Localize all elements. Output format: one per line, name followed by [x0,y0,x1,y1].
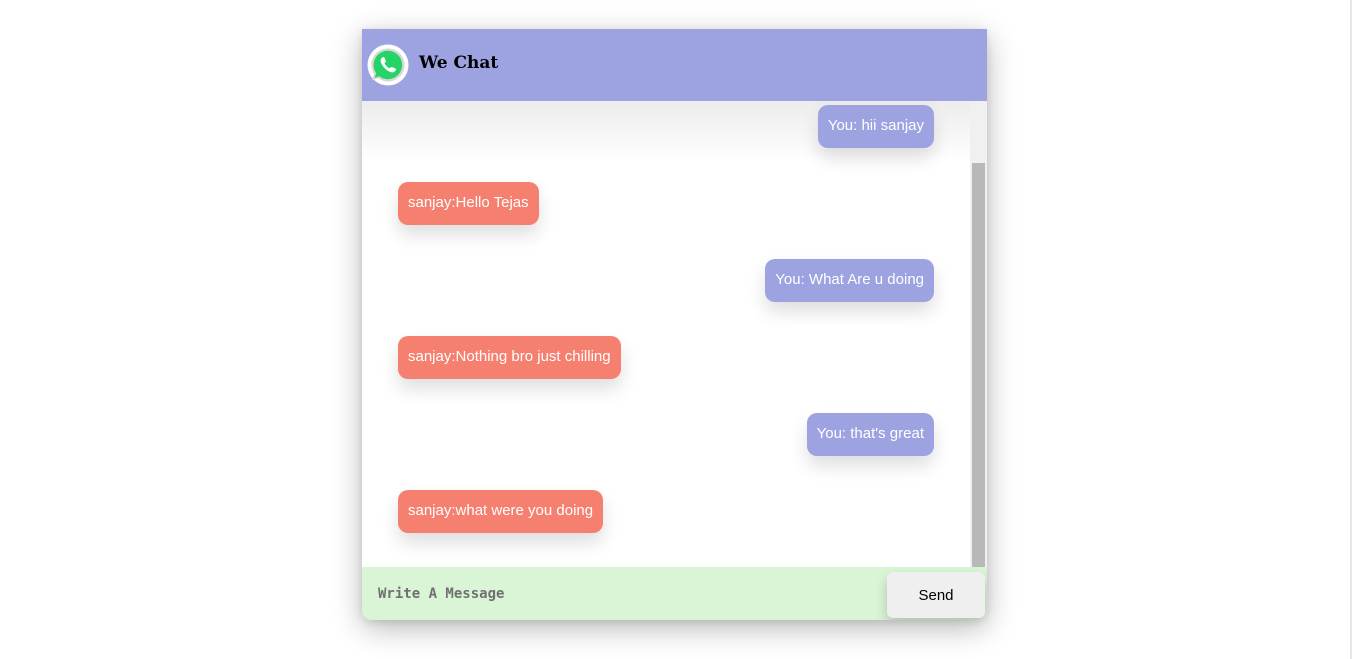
message-input[interactable] [362,567,882,620]
message-scrollbar[interactable] [970,101,987,569]
message-row: sanjay:Nothing bro just chilling [362,336,970,379]
whatsapp-icon [367,44,409,86]
outgoing-message: You: What Are u doing [765,259,934,302]
message-row: You: What Are u doing [362,259,970,302]
message-composer: Send [362,567,987,620]
message-row: You: that's great [362,413,970,456]
message-row: sanjay:Hello Tejas [362,182,970,225]
chat-window: We Chat You: hii sanjay sanjay:Hello Teja… [362,29,987,620]
message-list[interactable]: You: hii sanjay sanjay:Hello Tejas You: Wh… [362,101,970,567]
message-row: You: hii sanjay [362,105,970,148]
incoming-message: sanjay:what were you doing [398,490,604,533]
incoming-message: sanjay:Hello Tejas [398,182,539,225]
incoming-message: sanjay:Nothing bro just chilling [398,336,621,379]
chat-title: We Chat [419,52,499,73]
chat-header: We Chat [362,29,987,101]
page: We Chat You: hii sanjay sanjay:Hello Teja… [0,0,1352,659]
scrollbar-thumb[interactable] [972,163,985,567]
message-row: sanjay:what were you doing [362,490,970,533]
outgoing-message: You: hii sanjay [817,105,934,148]
outgoing-message: You: that's great [806,413,934,456]
send-button[interactable]: Send [887,572,985,618]
